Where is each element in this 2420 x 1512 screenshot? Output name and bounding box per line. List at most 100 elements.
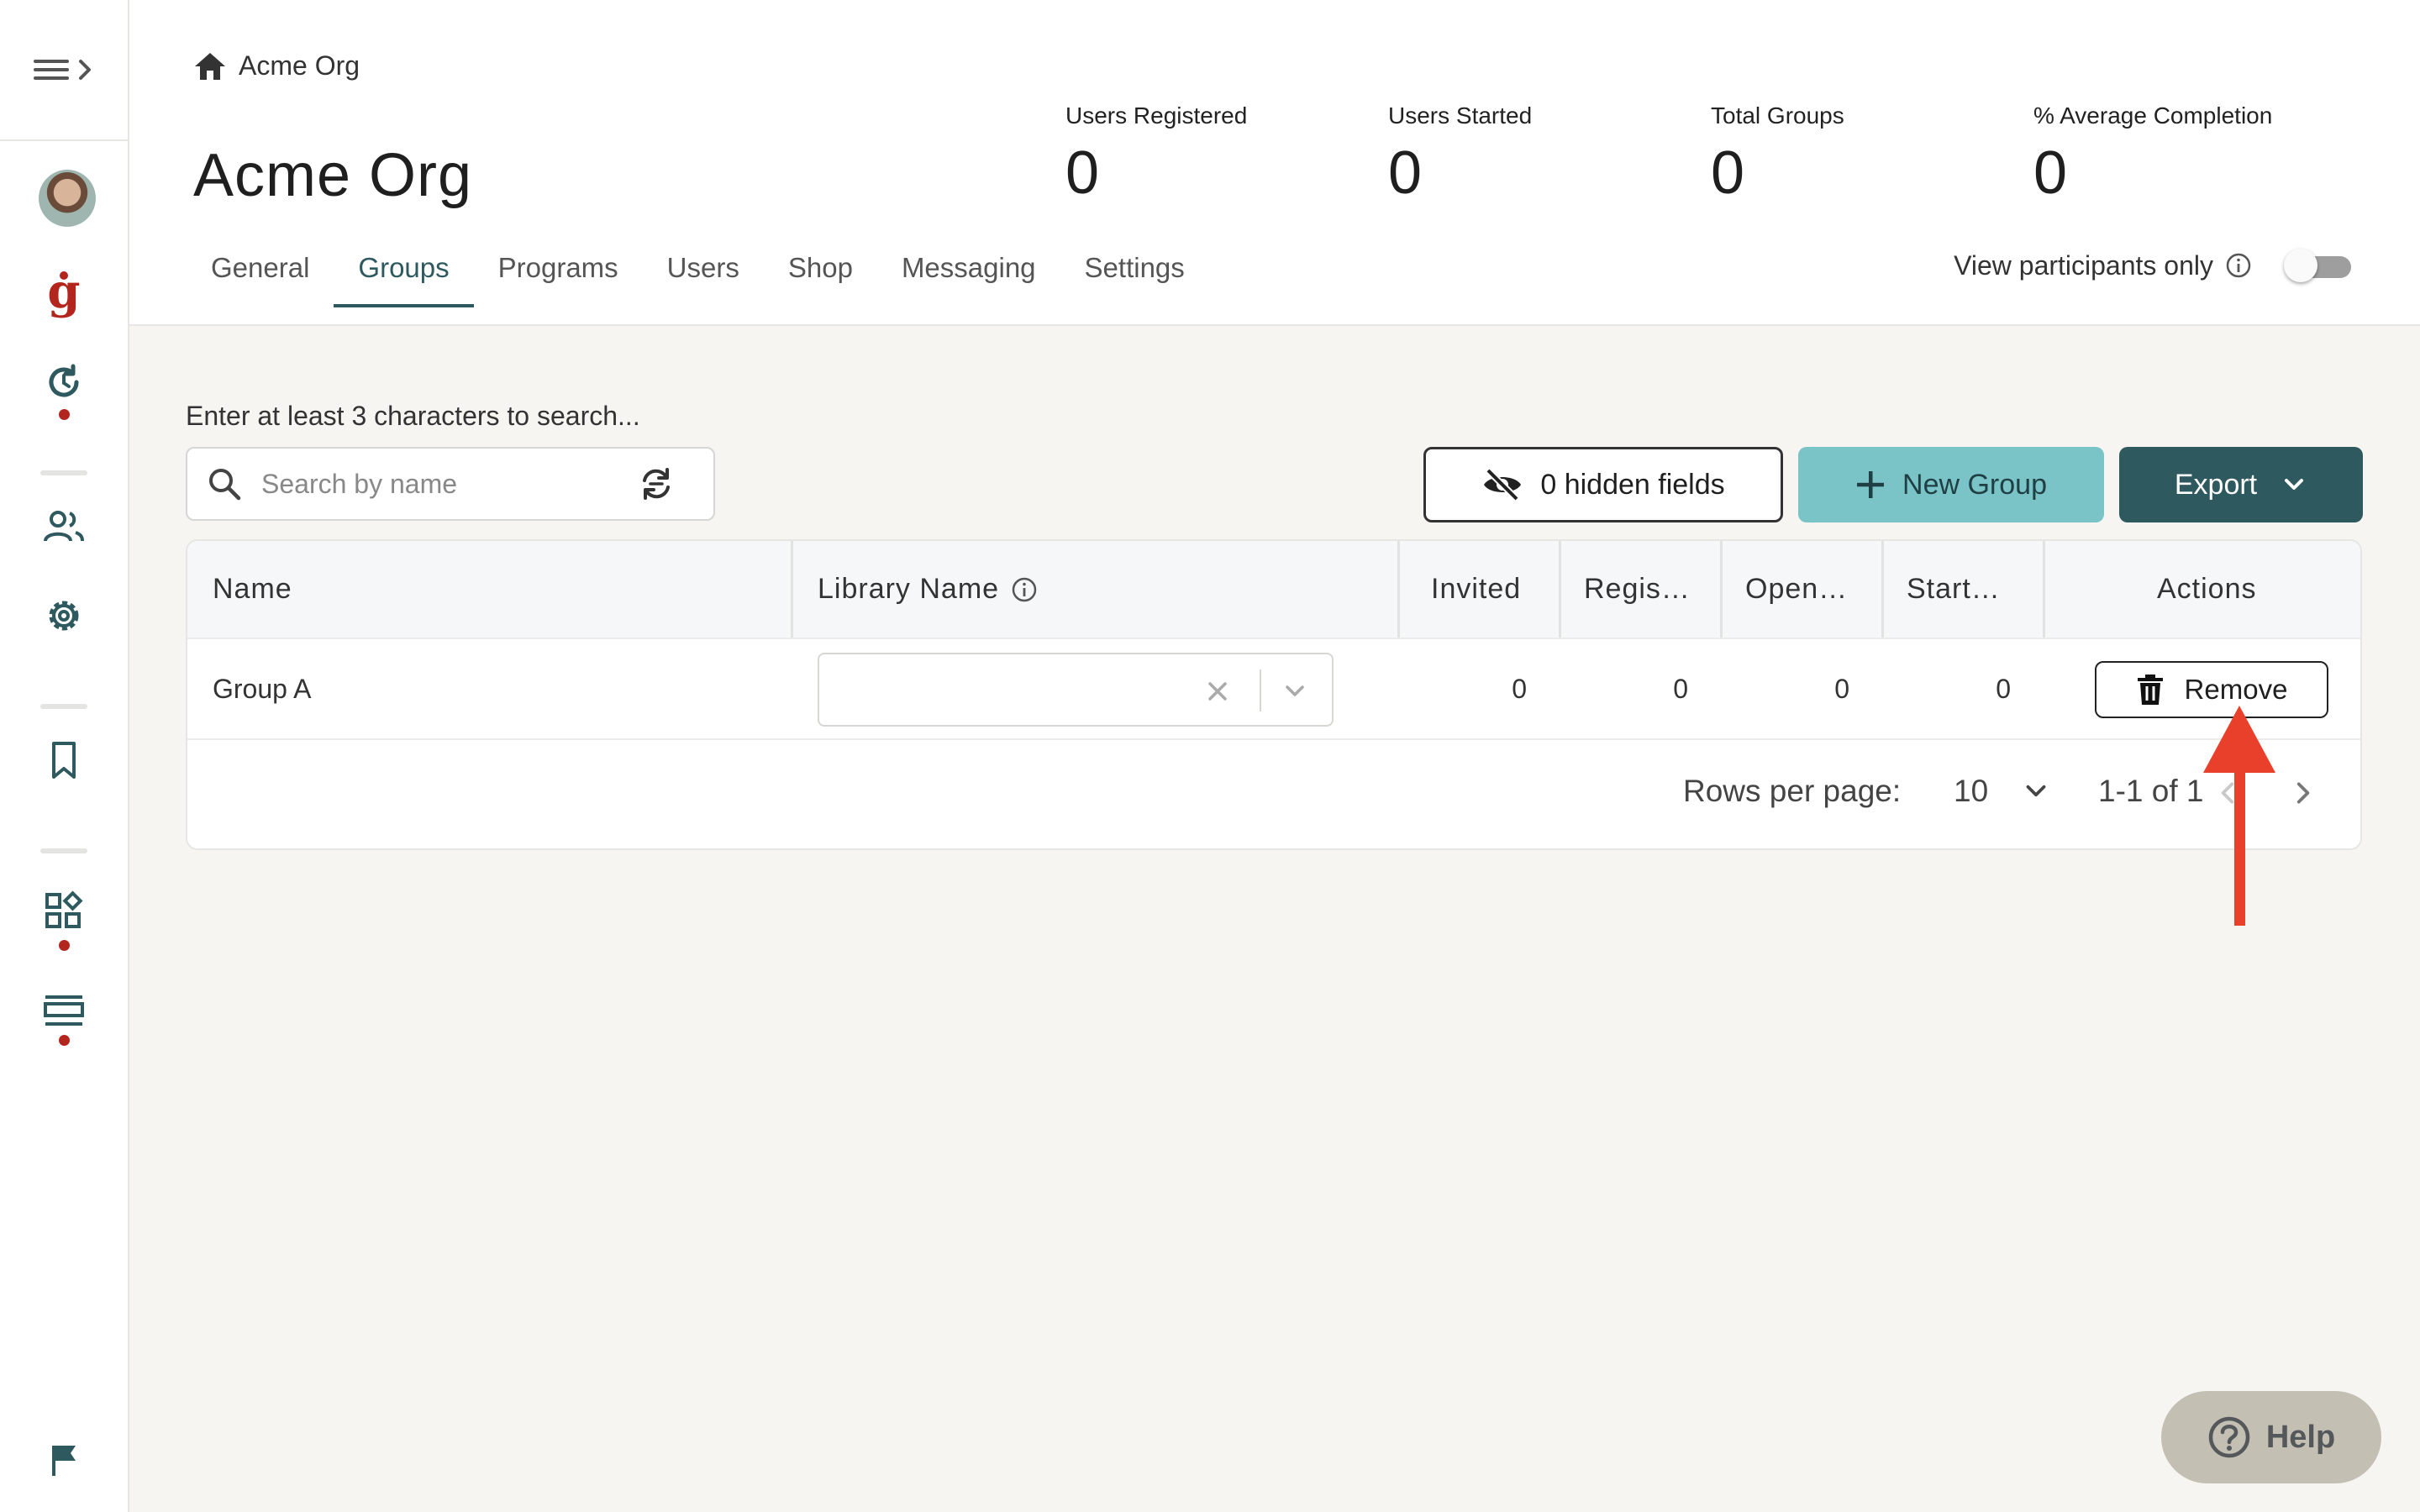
info-icon[interactable] [1011,576,1038,603]
participants-toggle[interactable] [2284,249,2354,282]
stat-label: % Average Completion [2033,102,2273,129]
search-box [186,447,715,521]
column-header-actions: Actions [2157,573,2257,605]
visibility-off-icon [1484,468,1522,501]
sidebar-divider [40,470,87,475]
column-header-opened[interactable]: Open… [1745,541,1848,638]
stat-label: Users Registered [1065,102,1248,129]
table-header: Name Library Name Invited Regis… Open… S… [187,541,2360,639]
search-hint: Enter at least 3 characters to search... [186,401,640,431]
stat-users-registered: Users Registered 0 [1065,102,1247,203]
clear-icon[interactable] [1206,680,1229,703]
menu-expand-icon[interactable] [30,53,97,87]
tab-messaging[interactable]: Messaging [877,244,1060,307]
page-title: Acme Org [193,142,473,209]
stat-value: 0 [2033,139,2068,207]
tab-general[interactable]: General [187,244,334,307]
info-icon[interactable] [2225,252,2252,279]
view-agenda-icon[interactable] [0,981,128,1040]
bookmark-icon[interactable] [0,731,128,790]
column-header-invited[interactable]: Invited [1431,541,1521,638]
stat-label: Total Groups [1711,102,1844,129]
settings-gear-icon[interactable] [0,586,128,645]
chevron-down-icon[interactable] [1281,678,1308,705]
pagination-range: 1-1 of 1 [2098,774,2204,808]
table-row: Group A 0 0 0 0 Remove [187,639,2360,740]
select-separator [1260,669,1261,711]
column-resize-handle[interactable] [1881,541,1884,638]
started-count: 0 [1996,673,2011,704]
column-header-label: Library Name [818,573,1000,605]
column-resize-handle[interactable] [2043,541,2045,638]
widgets-icon[interactable] [0,882,128,941]
help-button[interactable]: Help [2161,1391,2381,1483]
participants-filter: View participants only [1954,249,2354,282]
stat-value: 0 [1711,139,1745,207]
flag-icon[interactable] [0,1431,128,1490]
chevron-down-icon [2026,785,2046,797]
search-input[interactable] [260,467,633,501]
stat-label: Users Started [1388,102,1533,129]
opened-count: 0 [1834,673,1849,704]
org-header: Acme Org Acme Org Users Registered 0 Use… [129,0,2420,326]
rows-per-page-select[interactable]: 10 [1954,774,2050,809]
help-label: Help [2265,1419,2336,1455]
tab-bar: General Groups Programs Users Shop Messa… [187,244,1209,307]
hidden-fields-label: 0 hidden fields [1540,468,1725,501]
group-name-cell[interactable]: Group A [213,639,311,738]
column-header-library-name[interactable]: Library Name [818,541,1038,638]
avatar[interactable] [39,170,96,227]
notification-dot [59,1035,70,1046]
column-header-registered[interactable]: Regis… [1584,541,1691,638]
registered-count: 0 [1673,673,1688,704]
toggle-knob [2284,249,2317,282]
column-header-name[interactable]: Name [213,541,292,638]
new-group-button[interactable]: New Group [1798,447,2104,522]
export-label: Export [2174,468,2258,501]
sidebar-divider [40,848,87,853]
export-button[interactable]: Export [2119,447,2363,522]
chevron-right-icon[interactable] [2288,779,2317,807]
stat-users-started: Users Started 0 [1388,102,1532,203]
stat-value: 0 [1065,139,1100,207]
breadcrumb-label[interactable]: Acme Org [239,50,360,81]
invited-count: 0 [1512,673,1527,704]
help-circle-icon [2208,1416,2250,1458]
breadcrumb[interactable]: Acme Org [193,50,360,81]
tab-users[interactable]: Users [643,244,764,307]
stat-total-groups: Total Groups 0 [1711,102,1844,203]
column-resize-handle[interactable] [1397,541,1400,638]
remove-label: Remove [2184,674,2288,705]
notification-dot [59,940,70,951]
plus-icon [1857,471,1885,498]
sidebar-toggle[interactable] [0,0,128,141]
column-resize-handle[interactable] [1559,541,1561,638]
stat-average-completion: % Average Completion 0 [2033,102,2272,203]
reset-search-icon[interactable] [638,465,675,502]
column-resize-handle[interactable] [791,541,793,638]
users-icon[interactable] [0,497,128,556]
history-icon[interactable] [0,353,128,412]
sidebar-divider [40,704,87,709]
new-group-label: New Group [1902,468,2047,501]
rows-per-page-value: 10 [1954,774,1989,808]
participants-toggle-label: View participants only [1954,249,2213,281]
groups-table: Name Library Name Invited Regis… Open… S… [186,539,2362,850]
trash-icon [2137,675,2163,705]
tab-groups[interactable]: Groups [334,244,474,307]
pagination: Rows per page: 10 1-1 of 1 [187,740,2360,848]
home-icon [195,52,225,80]
chevron-down-icon [2285,479,2304,490]
sidebar: g [0,0,129,1512]
brand-g-icon[interactable]: g [0,267,128,326]
annotation-arrow [2203,706,2275,926]
tab-settings[interactable]: Settings [1060,244,1209,307]
hidden-fields-button[interactable]: 0 hidden fields [1423,447,1783,522]
search-icon [209,469,241,501]
column-resize-handle[interactable] [1720,541,1723,638]
tab-shop[interactable]: Shop [764,244,877,307]
library-name-select[interactable] [818,653,1334,727]
tab-programs[interactable]: Programs [474,244,643,307]
column-header-started[interactable]: Start… [1907,541,2001,638]
rows-per-page-label: Rows per page: [1683,774,1902,808]
